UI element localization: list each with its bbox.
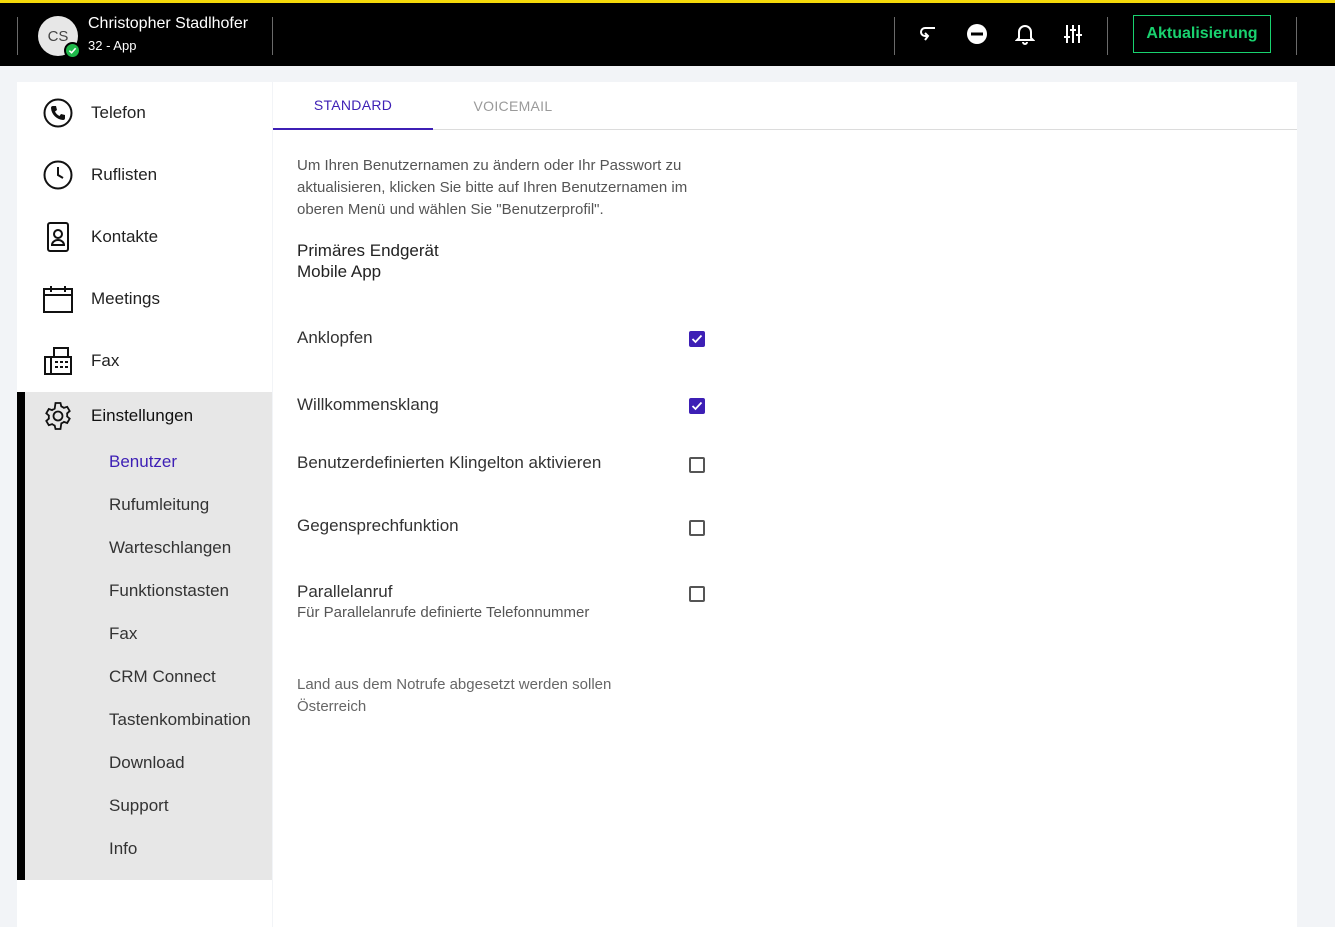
emergency-country-value[interactable]: Österreich — [297, 698, 366, 715]
header-divider — [272, 17, 273, 55]
settings-section: Einstellungen Benutzer Rufumleitung Wart… — [17, 392, 272, 880]
sidebar-subitem-fax[interactable]: Fax — [109, 624, 137, 644]
online-status-icon — [64, 42, 81, 59]
avatar-initials: CS — [47, 27, 69, 45]
clock-icon — [41, 158, 75, 192]
emergency-country-label: Land aus dem Notrufe abgesetzt werden so… — [297, 676, 612, 693]
header-divider — [17, 17, 18, 55]
contact-card-icon — [41, 220, 75, 254]
tab-voicemail[interactable]: VOICEMAIL — [433, 82, 593, 130]
sidebar-item-fax[interactable]: Fax — [17, 330, 272, 392]
user-name[interactable]: Christopher Stadlhofer — [88, 15, 248, 33]
header-divider — [1107, 17, 1108, 55]
sidebar-item-telefon[interactable]: Telefon — [17, 82, 272, 144]
sidebar-item-label: Fax — [91, 351, 120, 370]
sidebar-subitem-rufumleitung[interactable]: Rufumleitung — [109, 495, 209, 515]
sidebar-item-kontakte[interactable]: Kontakte — [17, 206, 272, 268]
checkbox-gegensprechfunktion[interactable] — [689, 520, 705, 536]
fax-icon — [41, 344, 75, 378]
sidebar-subitem-benutzer[interactable]: Benutzer — [109, 452, 177, 472]
sidebar-subitem-download[interactable]: Download — [109, 753, 185, 773]
checkbox-custom-ringtone[interactable] — [689, 457, 705, 473]
header-divider — [894, 17, 895, 55]
sidebar: Telefon Ruflisten Kontakte Meetings Fax … — [17, 82, 272, 927]
user-extension: 32 - App — [88, 38, 137, 53]
option-label-willkommensklang: Willkommensklang — [297, 395, 439, 414]
calendar-icon — [41, 282, 75, 316]
checkbox-parallelanruf[interactable] — [689, 586, 705, 602]
sidebar-subitem-warteschlangen[interactable]: Warteschlangen — [109, 538, 231, 558]
phone-icon — [41, 96, 75, 130]
sidebar-subitem-tastenkombination[interactable]: Tastenkombination — [109, 710, 251, 730]
sidebar-subitem-crm-connect[interactable]: CRM Connect — [109, 667, 216, 687]
callback-icon[interactable] — [916, 21, 942, 47]
do-not-disturb-icon[interactable] — [964, 21, 990, 47]
sidebar-item-meetings[interactable]: Meetings — [17, 268, 272, 330]
sidebar-subitem-funktionstasten[interactable]: Funktionstasten — [109, 581, 229, 601]
main-panel: STANDARD VOICEMAIL Um Ihren Benutzername… — [273, 82, 1297, 927]
checkbox-willkommensklang[interactable] — [689, 398, 705, 414]
option-label-anklopfen: Anklopfen — [297, 328, 373, 347]
option-sublabel-parallelanruf: Für Parallelanrufe definierte Telefonnum… — [297, 604, 590, 621]
sidebar-subitem-support[interactable]: Support — [109, 796, 169, 816]
sidebar-item-label: Meetings — [91, 289, 160, 308]
gear-icon — [41, 399, 75, 433]
header-divider — [1296, 17, 1297, 55]
sidebar-item-einstellungen[interactable]: Einstellungen — [17, 392, 272, 440]
checkmark-icon — [691, 401, 703, 411]
sliders-icon[interactable] — [1060, 21, 1086, 47]
tab-standard[interactable]: STANDARD — [273, 82, 433, 130]
checkbox-anklopfen[interactable] — [689, 331, 705, 347]
sidebar-subitem-info[interactable]: Info — [109, 839, 137, 859]
primary-device-value: Mobile App — [297, 262, 382, 281]
option-label-parallelanruf: Parallelanruf — [297, 582, 393, 601]
sidebar-item-label: Telefon — [91, 103, 146, 122]
option-label-custom-ringtone: Benutzerdefinierten Klingelton aktiviere… — [297, 453, 602, 472]
sidebar-item-label: Einstellungen — [91, 406, 194, 425]
bell-icon[interactable] — [1012, 21, 1038, 47]
sidebar-item-label: Ruflisten — [91, 165, 158, 184]
sidebar-item-label: Kontakte — [91, 227, 159, 246]
top-bar: CS Christopher Stadlhofer 32 - App Aktua… — [0, 0, 1335, 66]
tab-bar: STANDARD VOICEMAIL — [273, 82, 1297, 130]
sidebar-item-ruflisten[interactable]: Ruflisten — [17, 144, 272, 206]
checkmark-icon — [691, 334, 703, 344]
primary-device-title: Primäres Endgerät — [297, 241, 439, 260]
update-button[interactable]: Aktualisierung — [1133, 15, 1271, 53]
option-label-gegensprechfunktion: Gegensprechfunktion — [297, 516, 459, 535]
info-text: Um Ihren Benutzernamen zu ändern oder Ih… — [297, 157, 688, 218]
